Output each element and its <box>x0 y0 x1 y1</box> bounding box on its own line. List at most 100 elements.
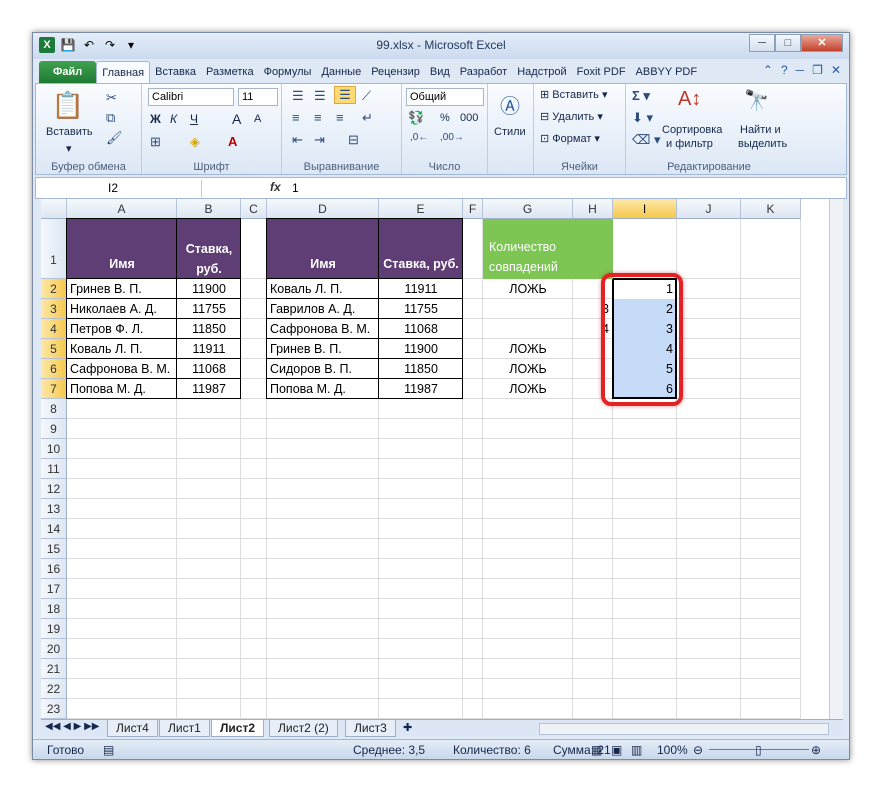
t2-rate-cell[interactable]: 11850 <box>379 359 463 379</box>
maximize-button[interactable]: □ <box>775 34 801 52</box>
sort-filter-icon[interactable]: A↕ <box>678 88 701 111</box>
cut-icon[interactable]: ✂ <box>106 90 117 106</box>
sheet-nav-icon[interactable]: ◀◀ ◀ ▶ ▶▶ <box>45 721 99 732</box>
row-header-17[interactable]: 17 <box>41 579 67 599</box>
tab-foxit[interactable]: Foxit PDF <box>572 61 631 83</box>
clear-icon[interactable]: ⌫ ▾ <box>632 132 661 148</box>
styles-icon[interactable]: Ⓐ <box>500 90 520 119</box>
tab-abbyy[interactable]: ABBYY PDF <box>631 61 703 83</box>
tab-home[interactable]: Главная <box>96 61 151 83</box>
row-header-2[interactable]: 2 <box>41 279 67 299</box>
tab-review[interactable]: Рецензир <box>366 61 425 83</box>
row-header-21[interactable]: 21 <box>41 659 67 679</box>
t1-rate-cell[interactable]: 11850 <box>177 319 241 339</box>
decrease-decimal-icon[interactable]: ,00→ <box>440 132 464 143</box>
close-button[interactable]: ✕ <box>801 34 843 52</box>
column-header-h[interactable]: H <box>573 199 613 219</box>
row-header-3[interactable]: 3 <box>41 299 67 319</box>
paste-dropdown-icon[interactable]: ▾ <box>66 142 72 155</box>
sheet-tab-list4[interactable]: Лист4 <box>107 720 158 737</box>
merge-icon[interactable]: ⊟ <box>348 132 359 148</box>
column-header-b[interactable]: B <box>177 199 241 219</box>
format-painter-icon[interactable]: 🖌 <box>106 130 123 146</box>
font-color-icon[interactable]: A <box>228 134 237 149</box>
zoom-level[interactable]: 100% <box>657 740 688 760</box>
doc-close-icon[interactable]: ✕ <box>831 63 841 77</box>
column-header-k[interactable]: K <box>741 199 801 219</box>
doc-restore-icon[interactable]: ❐ <box>812 63 823 77</box>
column-header-g[interactable]: G <box>483 199 573 219</box>
fill-icon[interactable]: ⬇ ▾ <box>632 110 653 126</box>
format-cells-button[interactable]: ⊡ Формат ▾ <box>540 132 600 145</box>
t2-name-cell[interactable]: Сафронова В. М. <box>270 319 377 339</box>
fill-color-icon[interactable]: ◈ <box>190 134 200 150</box>
horizontal-scrollbar[interactable] <box>539 723 829 735</box>
row-header-13[interactable]: 13 <box>41 499 67 519</box>
tab-view[interactable]: Вид <box>425 61 455 83</box>
row-header-9[interactable]: 9 <box>41 419 67 439</box>
tab-file[interactable]: Файл <box>39 61 97 83</box>
row-header-8[interactable]: 8 <box>41 399 67 419</box>
align-bottom-icon[interactable]: ☰ <box>334 86 356 104</box>
increase-indent-icon[interactable]: ⇥ <box>314 132 325 148</box>
sort-filter-button-line2[interactable]: и фильтр <box>666 138 713 150</box>
t2-name-cell[interactable]: Коваль Л. П. <box>270 279 377 299</box>
row-header-15[interactable]: 15 <box>41 539 67 559</box>
row-header-20[interactable]: 20 <box>41 639 67 659</box>
row-header-16[interactable]: 16 <box>41 559 67 579</box>
find-select-icon[interactable]: 🔭 <box>744 88 769 113</box>
help-icon[interactable]: ? <box>781 63 788 77</box>
tab-page-layout[interactable]: Разметка <box>201 61 259 83</box>
copy-icon[interactable]: ⧉ <box>106 110 115 126</box>
tab-developer[interactable]: Разработ <box>455 61 512 83</box>
t2-name-cell[interactable]: Попова М. Д. <box>270 379 377 399</box>
t2-name-cell[interactable]: Гаврилов А. Д. <box>270 299 377 319</box>
t1-name-cell[interactable]: Попова М. Д. <box>70 379 175 399</box>
find-select-button-line2[interactable]: выделить <box>738 138 787 150</box>
t1-rate-cell[interactable]: 11987 <box>177 379 241 399</box>
tab-formulas[interactable]: Формулы <box>259 61 317 83</box>
percent-button[interactable]: % <box>440 112 450 124</box>
row-header-14[interactable]: 14 <box>41 519 67 539</box>
align-middle-icon[interactable]: ☰ <box>314 88 326 104</box>
orientation-icon[interactable]: ⟋ <box>362 88 371 104</box>
t2-rate-cell[interactable]: 11987 <box>379 379 463 399</box>
align-left-icon[interactable]: ≡ <box>292 110 300 125</box>
column-header-e[interactable]: E <box>379 199 463 219</box>
sheet-tab-list3[interactable]: Лист3 <box>345 720 396 737</box>
font-size-combo[interactable]: 11 <box>238 88 278 106</box>
increase-decimal-icon[interactable]: ,0← <box>410 132 428 143</box>
formula-input[interactable]: 1 <box>292 180 299 197</box>
t2-rate-cell[interactable]: 11755 <box>379 299 463 319</box>
italic-button[interactable]: К <box>170 112 177 126</box>
tab-addins[interactable]: Надстрой <box>512 61 571 83</box>
vertical-scrollbar[interactable] <box>829 199 843 719</box>
row-header-1[interactable]: 1 <box>41 219 67 279</box>
row-header-23[interactable]: 23 <box>41 699 67 719</box>
align-center-icon[interactable]: ≡ <box>314 110 322 125</box>
column-header-i[interactable]: I <box>613 199 677 219</box>
align-top-icon[interactable]: ☰ <box>292 88 304 104</box>
macro-record-icon[interactable]: ▤ <box>103 740 114 760</box>
page-break-view-icon[interactable]: ▥ <box>631 740 642 760</box>
select-all-corner[interactable] <box>41 199 67 219</box>
tab-insert[interactable]: Вставка <box>150 61 201 83</box>
zoom-out-icon[interactable]: ⊖ <box>693 740 703 760</box>
column-header-c[interactable]: C <box>241 199 267 219</box>
thousands-button[interactable]: 000 <box>460 112 478 124</box>
autosum-icon[interactable]: Σ ▾ <box>632 88 650 104</box>
g-result-cell[interactable]: 3 <box>483 299 609 319</box>
column-header-a[interactable]: A <box>67 199 177 219</box>
worksheet-grid[interactable]: A B C D E F G H I J K 1 2 3 4 5 6 7 8 9 10 11 12 13 14 15 16 17 18 19… <box>41 199 829 719</box>
g-result-cell[interactable]: ЛОЖЬ <box>483 339 573 359</box>
underline-button[interactable]: Ч <box>190 112 198 126</box>
t2-name-cell[interactable]: Сидоров В. П. <box>270 359 377 379</box>
shrink-font-button[interactable]: A <box>254 113 261 125</box>
g-result-cell[interactable]: ЛОЖЬ <box>483 359 573 379</box>
row-header-12[interactable]: 12 <box>41 479 67 499</box>
doc-minimize-icon[interactable]: ─ <box>796 63 805 77</box>
t1-name-cell[interactable]: Гринев В. П. <box>70 279 175 299</box>
t1-name-cell[interactable]: Петров Ф. Л. <box>70 319 175 339</box>
zoom-slider-thumb[interactable]: ▯ <box>755 740 762 760</box>
normal-view-icon[interactable]: ▦ <box>591 740 602 760</box>
